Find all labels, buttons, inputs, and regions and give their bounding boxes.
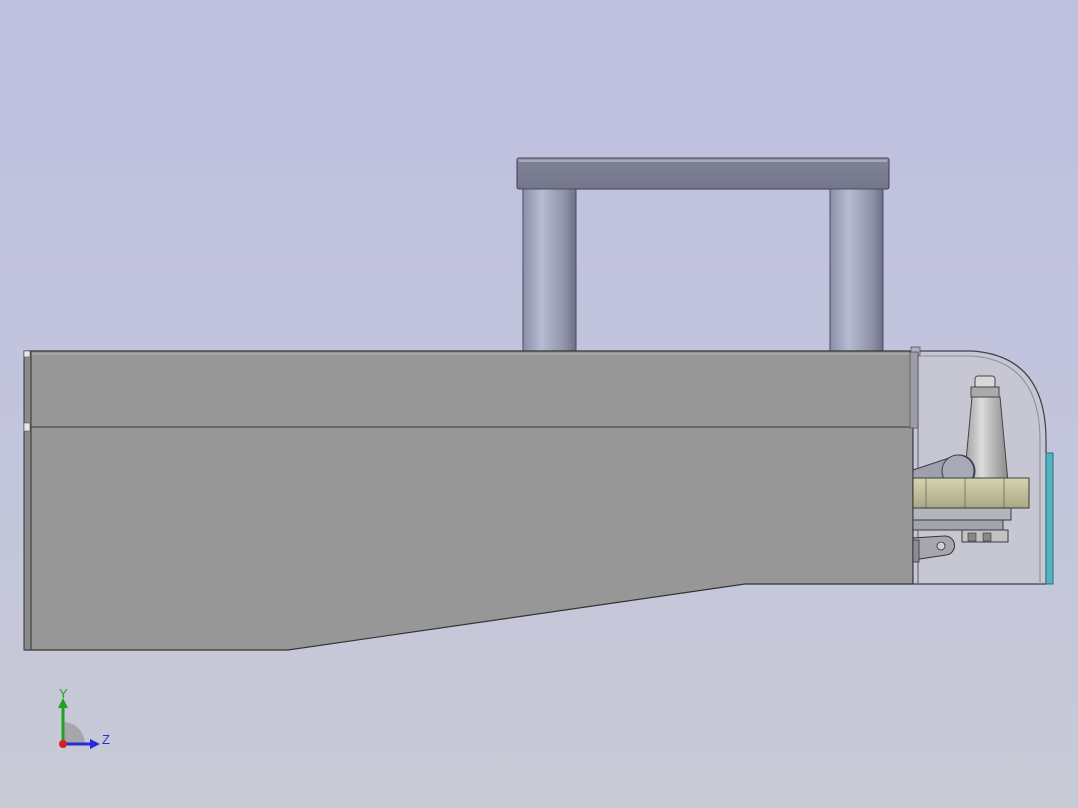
main-housing[interactable]	[23, 350, 914, 651]
handle-post-right[interactable]	[829, 188, 884, 352]
housing-body[interactable]	[25, 350, 914, 651]
z-axis-label: Z	[102, 732, 110, 747]
cad-viewport[interactable]	[0, 0, 1078, 808]
clamp-block	[912, 477, 1030, 509]
y-axis-label: Y	[59, 686, 68, 701]
view-orientation-triad: Y Z	[50, 684, 120, 754]
handle-bar[interactable]	[516, 157, 890, 190]
housing-end-cap	[23, 350, 32, 651]
handle-assembly[interactable]	[516, 157, 890, 352]
guard-window-edge	[1045, 452, 1054, 585]
handle-post-left[interactable]	[522, 188, 577, 352]
